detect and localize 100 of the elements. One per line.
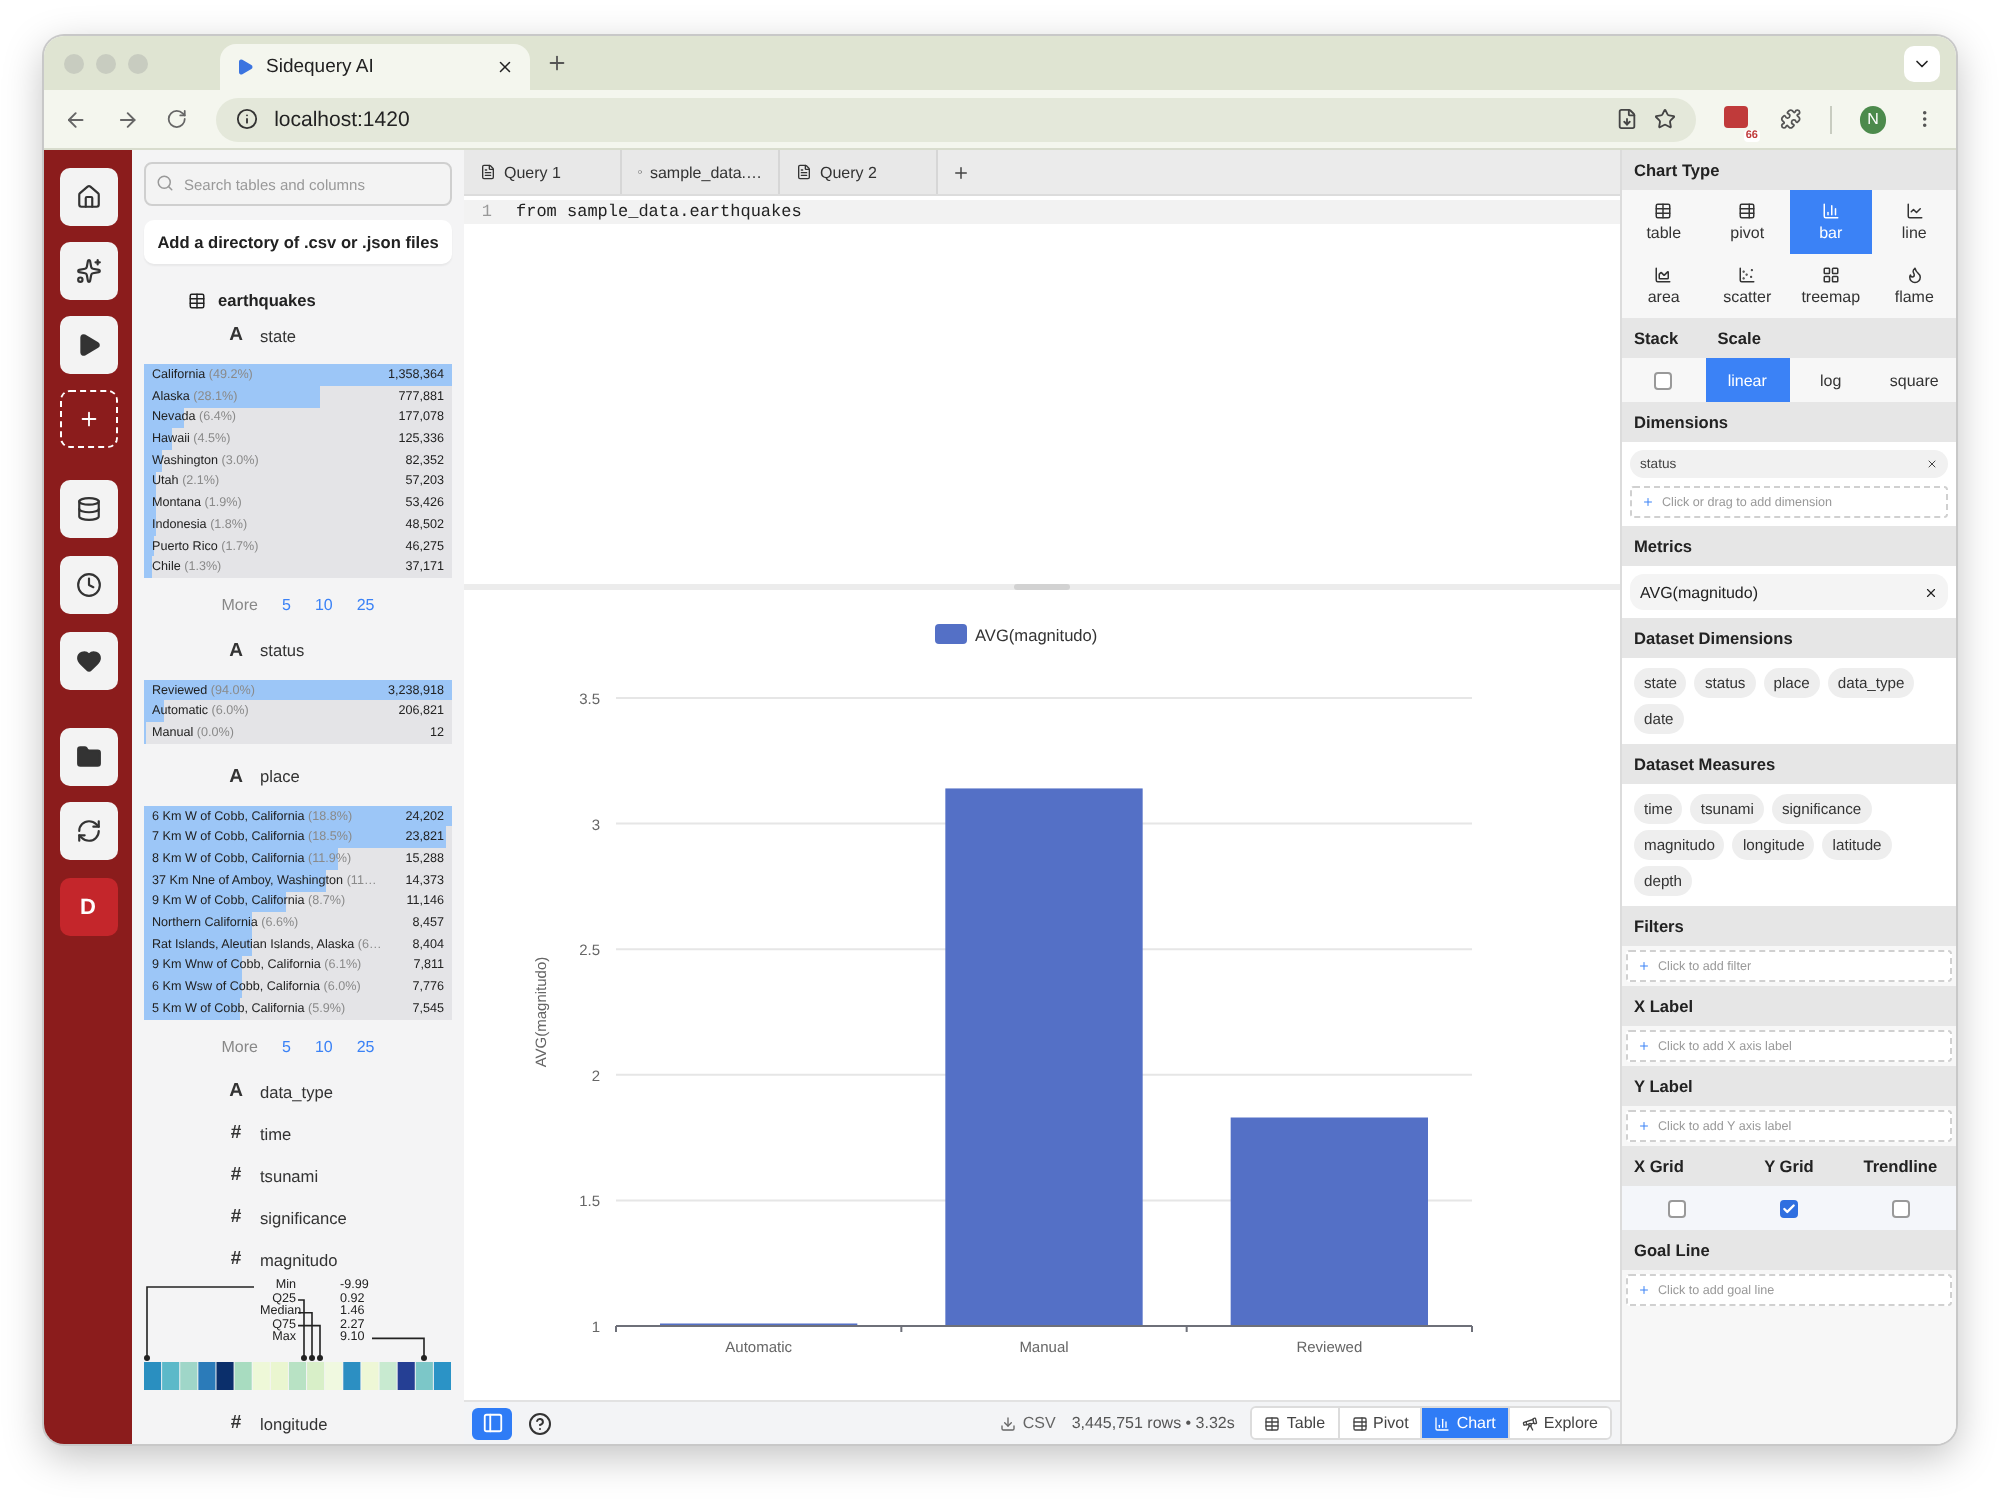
document-icon xyxy=(796,164,812,180)
section-title: Scale xyxy=(1715,328,1763,348)
chart-type-button[interactable]: flame xyxy=(1872,254,1956,318)
toggle-label: Trendline xyxy=(1861,1156,1940,1176)
section-title: Filters xyxy=(1622,906,1956,946)
profile-avatar[interactable]: N xyxy=(1859,105,1887,133)
plus-icon xyxy=(1638,1040,1650,1052)
browser-tab[interactable]: Sidequery AI xyxy=(220,44,530,90)
bookmark-icon[interactable] xyxy=(1654,108,1677,130)
play-icon xyxy=(236,58,254,76)
view-button[interactable]: Pivot xyxy=(1337,1408,1421,1438)
metric-chip[interactable]: AVG(magnitudo) xyxy=(1630,574,1948,610)
plus-icon xyxy=(1642,496,1654,508)
table-name[interactable]: earthquakes xyxy=(218,290,316,311)
chart-type-button[interactable]: area xyxy=(1622,254,1706,318)
section-title: Y Label xyxy=(1622,1066,1956,1106)
code-editor[interactable]: 1 from sample_data.earthquakes xyxy=(464,196,1620,584)
column-name[interactable]: state xyxy=(260,325,296,346)
column-name[interactable]: status xyxy=(260,640,305,661)
section-title: Goal Line xyxy=(1622,1230,1956,1270)
rail-button[interactable] xyxy=(59,802,117,860)
rail-button[interactable] xyxy=(59,316,117,374)
back-icon[interactable] xyxy=(64,107,88,131)
scale-option[interactable]: linear xyxy=(1705,358,1789,402)
section-title: Dataset Dimensions xyxy=(1622,618,1956,658)
scatter-chart-icon xyxy=(1738,266,1757,284)
reload-icon[interactable] xyxy=(166,108,189,130)
add-directory-button[interactable]: Add a directory of .csv or .json files xyxy=(144,220,452,265)
add-button[interactable] xyxy=(59,390,117,448)
plus-icon xyxy=(1638,1120,1650,1132)
home-icon xyxy=(75,184,101,210)
checkbox[interactable] xyxy=(1891,1199,1910,1217)
close-icon[interactable] xyxy=(1924,585,1938,599)
help-icon[interactable] xyxy=(528,1411,552,1435)
section-title: Metrics xyxy=(1622,526,1956,566)
chart-type-button[interactable]: scatter xyxy=(1705,254,1789,318)
checkbox[interactable] xyxy=(1779,1199,1798,1217)
leader-line xyxy=(372,1336,428,1363)
view-button[interactable]: Explore xyxy=(1507,1408,1610,1438)
chart-type-button[interactable]: line xyxy=(1872,190,1956,254)
type-icon: A xyxy=(228,765,244,788)
rail-button[interactable] xyxy=(59,556,117,614)
rail-button[interactable] xyxy=(59,242,117,300)
column-name[interactable]: significance xyxy=(260,1207,347,1228)
csv-export-button[interactable]: CSV xyxy=(1000,1414,1056,1432)
forward-icon[interactable] xyxy=(115,107,139,131)
grid-icon xyxy=(1821,266,1840,284)
database-icon xyxy=(75,496,101,522)
chart-type-button[interactable]: pivot xyxy=(1705,190,1789,254)
close-icon[interactable] xyxy=(1926,458,1938,470)
rail-button[interactable] xyxy=(59,480,117,538)
result-summary: 3,445,751 rows • 3.32s xyxy=(1071,1414,1235,1432)
table-icon xyxy=(1264,1415,1281,1431)
chart-type-button[interactable]: table xyxy=(1622,190,1706,254)
download-icon xyxy=(1000,1415,1017,1431)
checkbox[interactable] xyxy=(1668,1199,1687,1217)
chart-type-button[interactable]: bar xyxy=(1789,190,1873,254)
resize-handle[interactable] xyxy=(1014,584,1070,590)
scale-option[interactable]: log xyxy=(1789,358,1873,402)
extension-icon[interactable] xyxy=(1724,105,1749,127)
check-icon xyxy=(1781,1201,1796,1215)
refresh-icon xyxy=(75,818,101,844)
extensions-icon[interactable] xyxy=(1780,108,1802,130)
rail-button[interactable] xyxy=(59,632,117,690)
column-name[interactable]: magnitudo xyxy=(260,1249,338,1270)
type-icon: # xyxy=(228,1122,244,1145)
address-bar[interactable]: localhost:1420 xyxy=(216,97,1697,141)
close-icon[interactable] xyxy=(496,58,514,76)
flame-icon xyxy=(1905,266,1924,284)
chart-type-button[interactable]: treemap xyxy=(1789,254,1873,318)
type-icon: # xyxy=(228,1164,244,1187)
add-tab-icon[interactable] xyxy=(951,163,969,181)
view-button[interactable]: Chart xyxy=(1420,1408,1508,1438)
bar-chart-icon xyxy=(1434,1415,1451,1431)
workspace-badge[interactable]: D xyxy=(59,878,117,936)
install-icon[interactable] xyxy=(1616,108,1639,130)
area-chart-icon xyxy=(1654,266,1673,284)
line-number: 1 xyxy=(479,202,492,222)
table-icon xyxy=(188,291,206,310)
scale-option[interactable]: square xyxy=(1872,358,1956,402)
column-name[interactable]: data_type xyxy=(260,1081,333,1102)
column-name[interactable]: tsunami xyxy=(260,1165,319,1186)
line-chart-icon xyxy=(1905,202,1924,220)
type-icon: # xyxy=(228,1412,244,1435)
sidebar-toggle-button[interactable] xyxy=(472,1407,512,1439)
stack-checkbox[interactable] xyxy=(1654,371,1673,389)
new-tab-icon[interactable] xyxy=(546,52,568,74)
column-name[interactable]: time xyxy=(260,1123,292,1144)
type-icon: # xyxy=(228,1206,244,1229)
view-button[interactable]: Table xyxy=(1252,1408,1338,1438)
pivot-table-icon xyxy=(1738,202,1757,220)
search-icon xyxy=(156,174,174,192)
rail-button[interactable] xyxy=(59,168,117,226)
rail-button[interactable] xyxy=(59,728,117,786)
column-name[interactable]: place xyxy=(260,766,300,787)
bar-chart-icon xyxy=(1821,202,1840,220)
column-name[interactable]: longitude xyxy=(260,1413,328,1434)
type-icon: # xyxy=(228,1248,244,1271)
info-icon[interactable] xyxy=(236,108,259,130)
section-title: Stack xyxy=(1632,328,1681,348)
